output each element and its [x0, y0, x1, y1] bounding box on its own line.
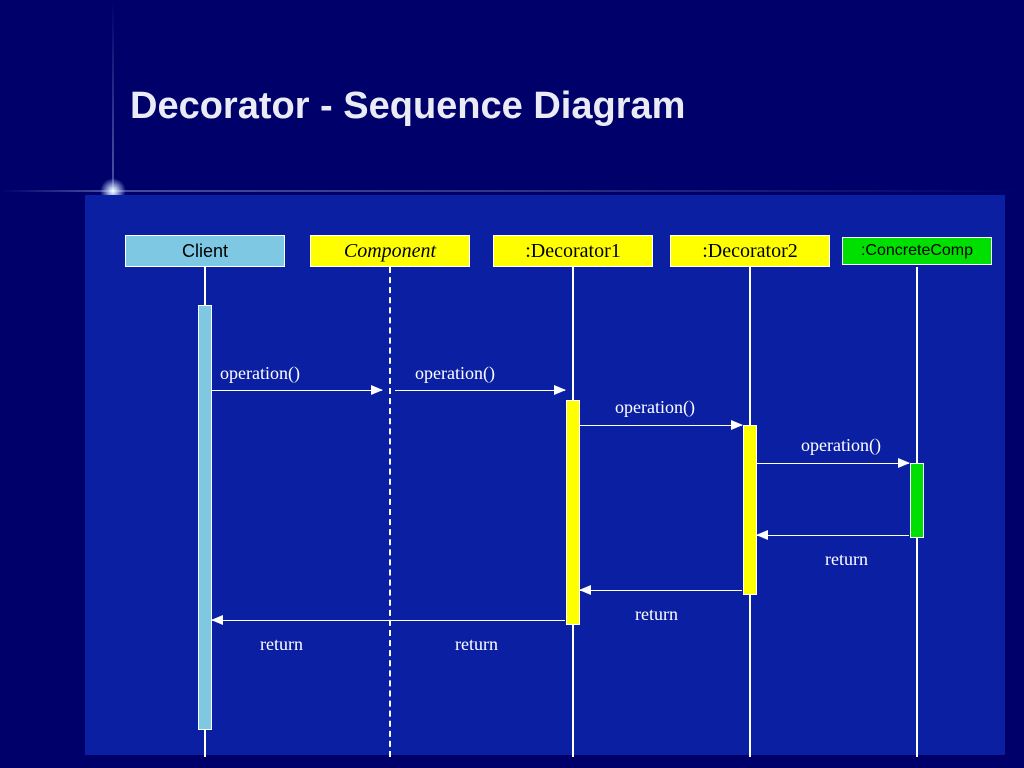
message-label: operation() — [615, 397, 695, 418]
activation-decorator2 — [743, 425, 757, 595]
return-arrow — [212, 620, 565, 621]
return-label: return — [455, 634, 498, 655]
participant-label: Client — [182, 241, 228, 262]
participant-client: Client — [125, 235, 285, 267]
participant-concrete: :ConcreteComp — [842, 237, 992, 265]
message-label: operation() — [415, 363, 495, 384]
participant-decorator1: :Decorator1 — [493, 235, 653, 267]
participant-component: Component — [310, 235, 470, 267]
slide-title: Decorator - Sequence Diagram — [130, 85, 685, 128]
participant-decorator2: :Decorator2 — [670, 235, 830, 267]
message-label: operation() — [801, 435, 881, 456]
return-arrow — [580, 590, 742, 591]
activation-client — [198, 305, 212, 730]
participant-label: :ConcreteComp — [861, 242, 973, 260]
diagram-canvas: Client Component :Decorator1 :Decorator2… — [85, 195, 1005, 755]
return-label: return — [825, 549, 868, 570]
participant-label: Component — [344, 240, 436, 263]
message-arrow — [212, 390, 382, 391]
message-arrow — [757, 463, 909, 464]
lifeline-component — [389, 267, 391, 757]
message-arrow — [395, 390, 565, 391]
participant-label: :Decorator2 — [702, 240, 798, 263]
activation-decorator1 — [566, 400, 580, 625]
return-label: return — [260, 634, 303, 655]
decorative-line-horizontal — [0, 190, 1024, 192]
return-arrow — [757, 535, 909, 536]
return-label: return — [635, 604, 678, 625]
message-arrow — [580, 425, 742, 426]
activation-concrete — [910, 463, 924, 538]
message-label: operation() — [220, 363, 300, 384]
participant-label: :Decorator1 — [525, 240, 621, 263]
